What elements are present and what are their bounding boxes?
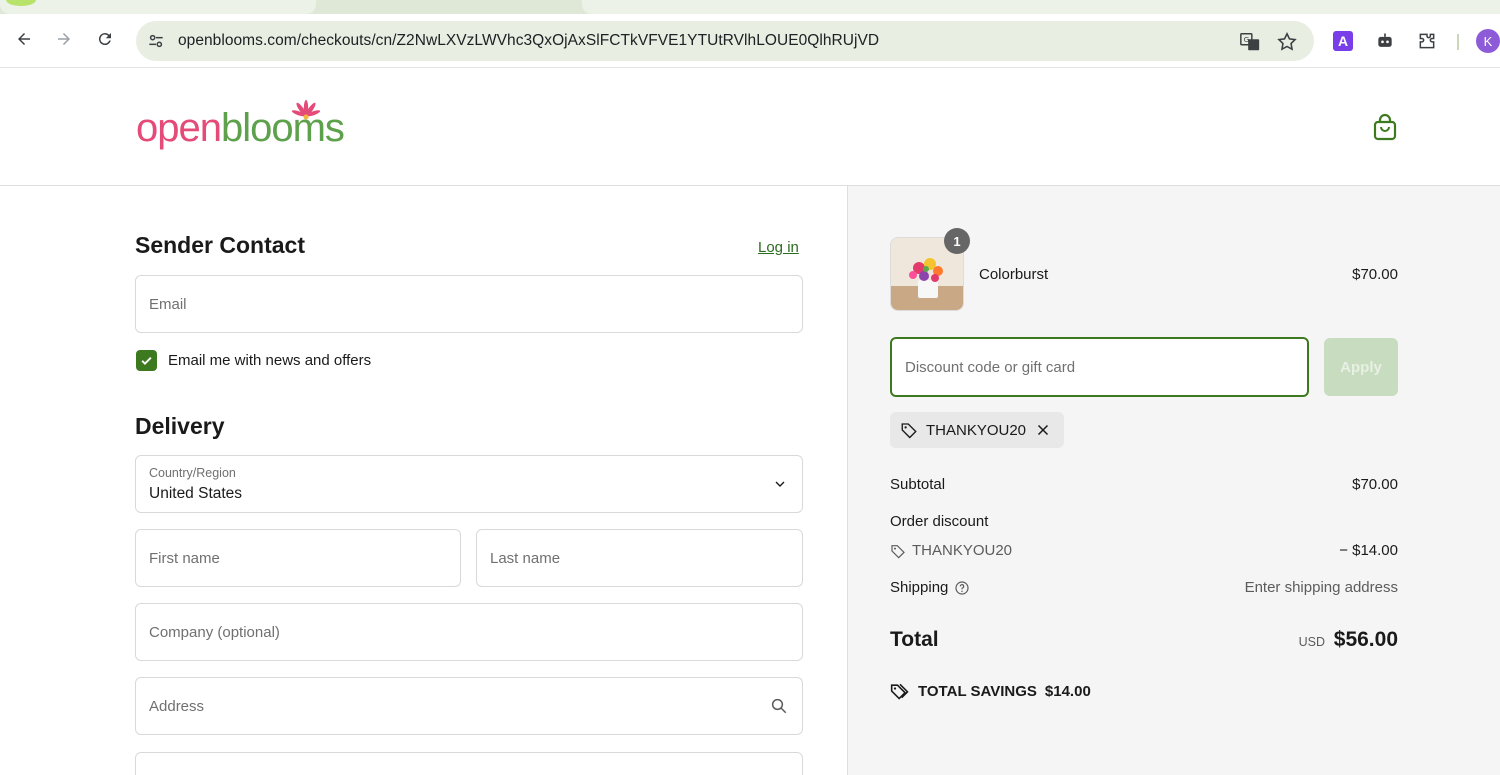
email-field[interactable]: Email	[135, 275, 803, 333]
search-icon	[771, 698, 787, 714]
delivery-heading: Delivery	[135, 413, 225, 439]
quantity-badge: 1	[944, 228, 970, 254]
last-name-field[interactable]: Last name	[476, 529, 803, 587]
openblooms-logo[interactable]: openblooms	[136, 98, 376, 158]
browser-toolbar: openblooms.com/checkouts/cn/Z2NwLXVzLWVh…	[0, 14, 1500, 68]
total-savings: TOTAL SAVINGS $14.00	[890, 681, 1091, 701]
apply-discount-button[interactable]: Apply	[1324, 338, 1398, 396]
translate-icon[interactable]: G	[1239, 31, 1261, 53]
shipping-value: Enter shipping address	[1244, 579, 1398, 596]
close-icon[interactable]	[1034, 421, 1052, 439]
sender-contact-heading: Sender Contact	[135, 232, 305, 258]
checkout-form: Sender Contact Log in Email Email me wit…	[0, 186, 847, 775]
checkmark-icon	[141, 357, 152, 365]
savings-label: TOTAL SAVINGS	[918, 682, 1037, 700]
order-discount-code-row: THANKYOU20	[890, 542, 1012, 559]
shipping-row-label: Shipping	[890, 579, 970, 596]
order-discount-value: − $14.00	[1339, 542, 1398, 559]
address-field[interactable]: Address	[135, 677, 803, 735]
browser-tabstrip	[0, 0, 1500, 14]
discount-code-input[interactable]: Discount code or gift card	[890, 337, 1309, 397]
first-name-field[interactable]: First name	[135, 529, 461, 587]
order-discount-label: Order discount	[890, 513, 989, 530]
company-field[interactable]: Company (optional)	[135, 603, 803, 661]
country-label: Country/Region	[149, 466, 236, 480]
url-text[interactable]: openblooms.com/checkouts/cn/Z2NwLXVzLWVh…	[178, 32, 879, 50]
arrow-right-icon	[58, 33, 70, 45]
chevron-down-icon	[775, 481, 785, 487]
total-currency: USD	[1298, 635, 1325, 649]
discount-placeholder: Discount code or gift card	[905, 359, 1076, 376]
extension-robot-icon[interactable]	[1374, 30, 1396, 52]
product-name: Colorburst	[979, 266, 1049, 283]
profile-avatar[interactable]: K	[1476, 29, 1500, 53]
subtotal-value: $70.00	[1352, 476, 1398, 493]
tag-icon	[891, 544, 905, 559]
tab-favicon	[6, 0, 36, 6]
extension-a-icon[interactable]: A	[1333, 31, 1353, 51]
country-value: United States	[149, 485, 243, 502]
shipping-label: Shipping	[890, 579, 949, 596]
tag-icon	[901, 423, 917, 439]
bookmark-star-icon[interactable]	[1276, 31, 1298, 53]
reload-button[interactable]	[91, 25, 119, 53]
back-button[interactable]	[10, 25, 38, 53]
help-circle-icon[interactable]	[954, 580, 970, 596]
site-header: openblooms	[0, 68, 1500, 186]
shopping-bag-icon[interactable]	[1371, 112, 1399, 142]
product-price: $70.00	[1352, 266, 1398, 283]
extensions-puzzle-icon[interactable]	[1416, 30, 1438, 52]
subtotal-label: Subtotal	[890, 476, 946, 493]
toolbar-divider	[1457, 34, 1459, 50]
newsletter-checkbox[interactable]	[136, 350, 157, 371]
first-name-placeholder: First name	[149, 550, 220, 567]
total-label: Total	[890, 628, 939, 651]
tags-icon	[890, 683, 909, 700]
reload-icon	[98, 33, 111, 46]
email-placeholder: Email	[149, 296, 187, 313]
svg-text:G: G	[1244, 35, 1250, 44]
browser-tab[interactable]	[582, 0, 1500, 14]
newsletter-label: Email me with news and offers	[168, 352, 372, 369]
arrow-left-icon	[18, 33, 30, 45]
logo-wordmark: openblooms	[136, 106, 345, 150]
total-value: $56.00	[1333, 628, 1398, 651]
country-select[interactable]: Country/Region United States	[135, 455, 803, 513]
address-bar[interactable]: openblooms.com/checkouts/cn/Z2NwLXVzLWVh…	[136, 21, 1314, 61]
applied-code-text: THANKYOU20	[926, 421, 1027, 439]
forward-button[interactable]	[50, 25, 78, 53]
applied-discount-chip: THANKYOU20	[890, 412, 1065, 448]
order-discount-code: THANKYOU20	[912, 542, 1013, 559]
address-line-2-field[interactable]	[135, 752, 803, 775]
order-summary: 1 Colorburst $70.00 Discount code or gif…	[847, 186, 1500, 775]
browser-tab-active[interactable]	[0, 0, 316, 14]
savings-value: $14.00	[1044, 682, 1091, 700]
login-link[interactable]: Log in	[758, 239, 799, 256]
last-name-placeholder: Last name	[490, 550, 561, 567]
company-placeholder: Company (optional)	[149, 624, 280, 641]
address-placeholder: Address	[149, 698, 205, 715]
site-settings-icon[interactable]	[146, 31, 166, 51]
